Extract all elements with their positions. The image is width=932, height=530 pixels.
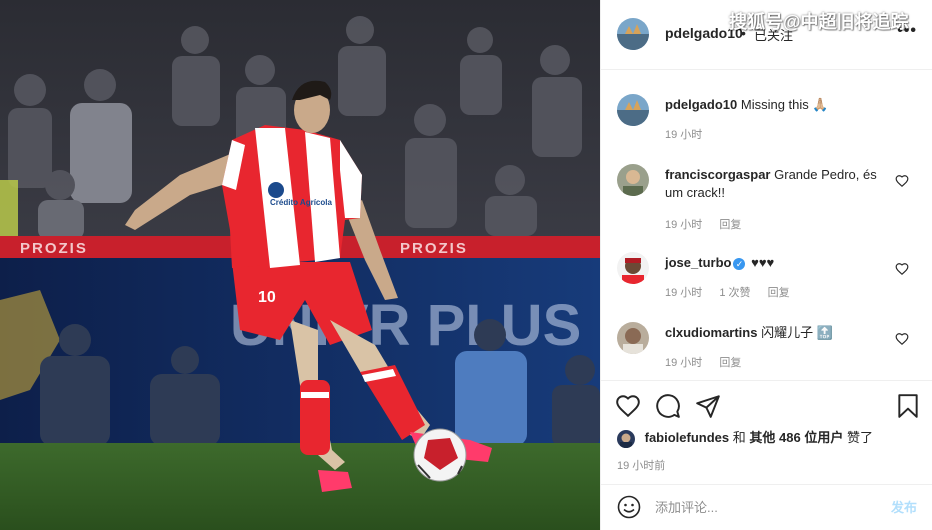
comment-username[interactable]: franciscorgaspar [665,167,771,182]
comment-composer: 添加评论... 发布 [601,484,932,530]
comment-text: jose_turbo ✓ ♥♥♥ [665,254,885,272]
likes-others[interactable]: 其他 486 位用户 [749,430,843,445]
comment-username[interactable]: pdelgado10 [665,97,737,112]
avatar[interactable] [617,164,649,196]
comment-meta: 19 小时 [665,126,716,142]
heart-icon[interactable] [895,262,909,276]
comment-username[interactable]: clxudiomartins [665,325,757,340]
comment-meta: 19 小时 回复 [665,354,755,370]
comment-time[interactable]: 19 小时 [665,357,702,369]
bookmark-icon[interactable] [895,393,921,419]
watermark: 搜狐号@中超旧将追踪 [729,12,909,32]
likes-suffix: 赞了 [846,430,873,445]
avatar-image [617,18,649,50]
caption-item: pdelgado10 Missing this 🙏🏼 19 小时 [617,94,917,144]
post-header: pdelgado10 • 已关注 ••• 搜狐号@中超旧将追踪 [601,0,932,70]
svg-text:PROZIS: PROZIS [20,240,88,257]
reply-button[interactable]: 回复 [768,287,790,299]
post-actions: fabiolefundes 和 其他 486 位用户 赞了 19 小时前 [601,380,932,492]
emoji-icon[interactable] [617,495,641,519]
football-player-photo: PROZIS PROZIS UNIVR PLUS 10 Crédito Agrí… [0,0,600,530]
comment-body: 闪耀儿子 🔝 [761,325,833,340]
verified-icon: ✓ [733,257,746,270]
comment-item: clxudiomartins 闪耀儿子 🔝 19 小时 回复 [617,322,917,372]
avatar[interactable] [617,322,649,354]
heart-icon[interactable] [895,332,909,346]
avatar[interactable] [617,252,649,284]
avatar[interactable] [617,429,635,448]
comment-body: Missing this 🙏🏼 [740,97,829,112]
avatar-image [617,164,649,196]
heart-icon[interactable] [615,393,641,419]
comment-text: pdelgado10 Missing this 🙏🏼 [665,96,885,114]
avatar-image [617,94,649,126]
comment-meta: 19 小时 回复 [665,216,755,232]
comment-likes[interactable]: 1 次赞 [719,287,750,299]
comment-meta: 19 小时 1 次赞 回复 [665,284,804,300]
likes-user[interactable]: fabiolefundes [645,430,730,445]
svg-text:Crédito Agrícola: Crédito Agrícola [270,198,332,207]
comment-time[interactable]: 19 小时 [665,219,702,231]
avatar-image [617,252,649,284]
post-side-panel: pdelgado10 • 已关注 ••• 搜狐号@中超旧将追踪 pdelgado… [600,0,932,530]
comment-time[interactable]: 19 小时 [665,287,702,299]
comment-text: franciscorgaspar Grande Pedro, és um cra… [665,166,885,202]
post-photo[interactable]: PROZIS PROZIS UNIVR PLUS 10 Crédito Agrí… [0,0,600,530]
svg-text:10: 10 [258,289,276,306]
heart-icon[interactable] [895,174,909,188]
svg-text:PROZIS: PROZIS [400,240,468,257]
comment-body: ♥♥♥ [751,255,775,270]
likes-summary: fabiolefundes 和 其他 486 位用户 赞了 [617,427,873,448]
post-button[interactable]: 发布 [891,497,917,516]
comment-username[interactable]: jose_turbo [665,255,731,270]
reply-button[interactable]: 回复 [719,357,741,369]
comment-item: jose_turbo ✓ ♥♥♥ 19 小时 1 次赞 回复 [617,252,917,302]
comment-time[interactable]: 19 小时 [665,129,702,141]
post-timestamp[interactable]: 19 小时前 [617,457,665,473]
avatar[interactable] [617,94,649,126]
comment-text: clxudiomartins 闪耀儿子 🔝 [665,324,885,342]
share-icon[interactable] [695,393,721,419]
reply-button[interactable]: 回复 [719,219,741,231]
comment-item: franciscorgaspar Grande Pedro, és um cra… [617,164,917,234]
likes-and: 和 [732,430,746,445]
avatar-image [617,322,649,354]
comment-icon[interactable] [655,393,681,419]
comment-input[interactable]: 添加评论... [655,497,718,516]
avatar[interactable] [617,18,649,50]
avatar-image [617,429,635,448]
comments-list[interactable]: pdelgado10 Missing this 🙏🏼 19 小时 francis… [601,70,932,380]
